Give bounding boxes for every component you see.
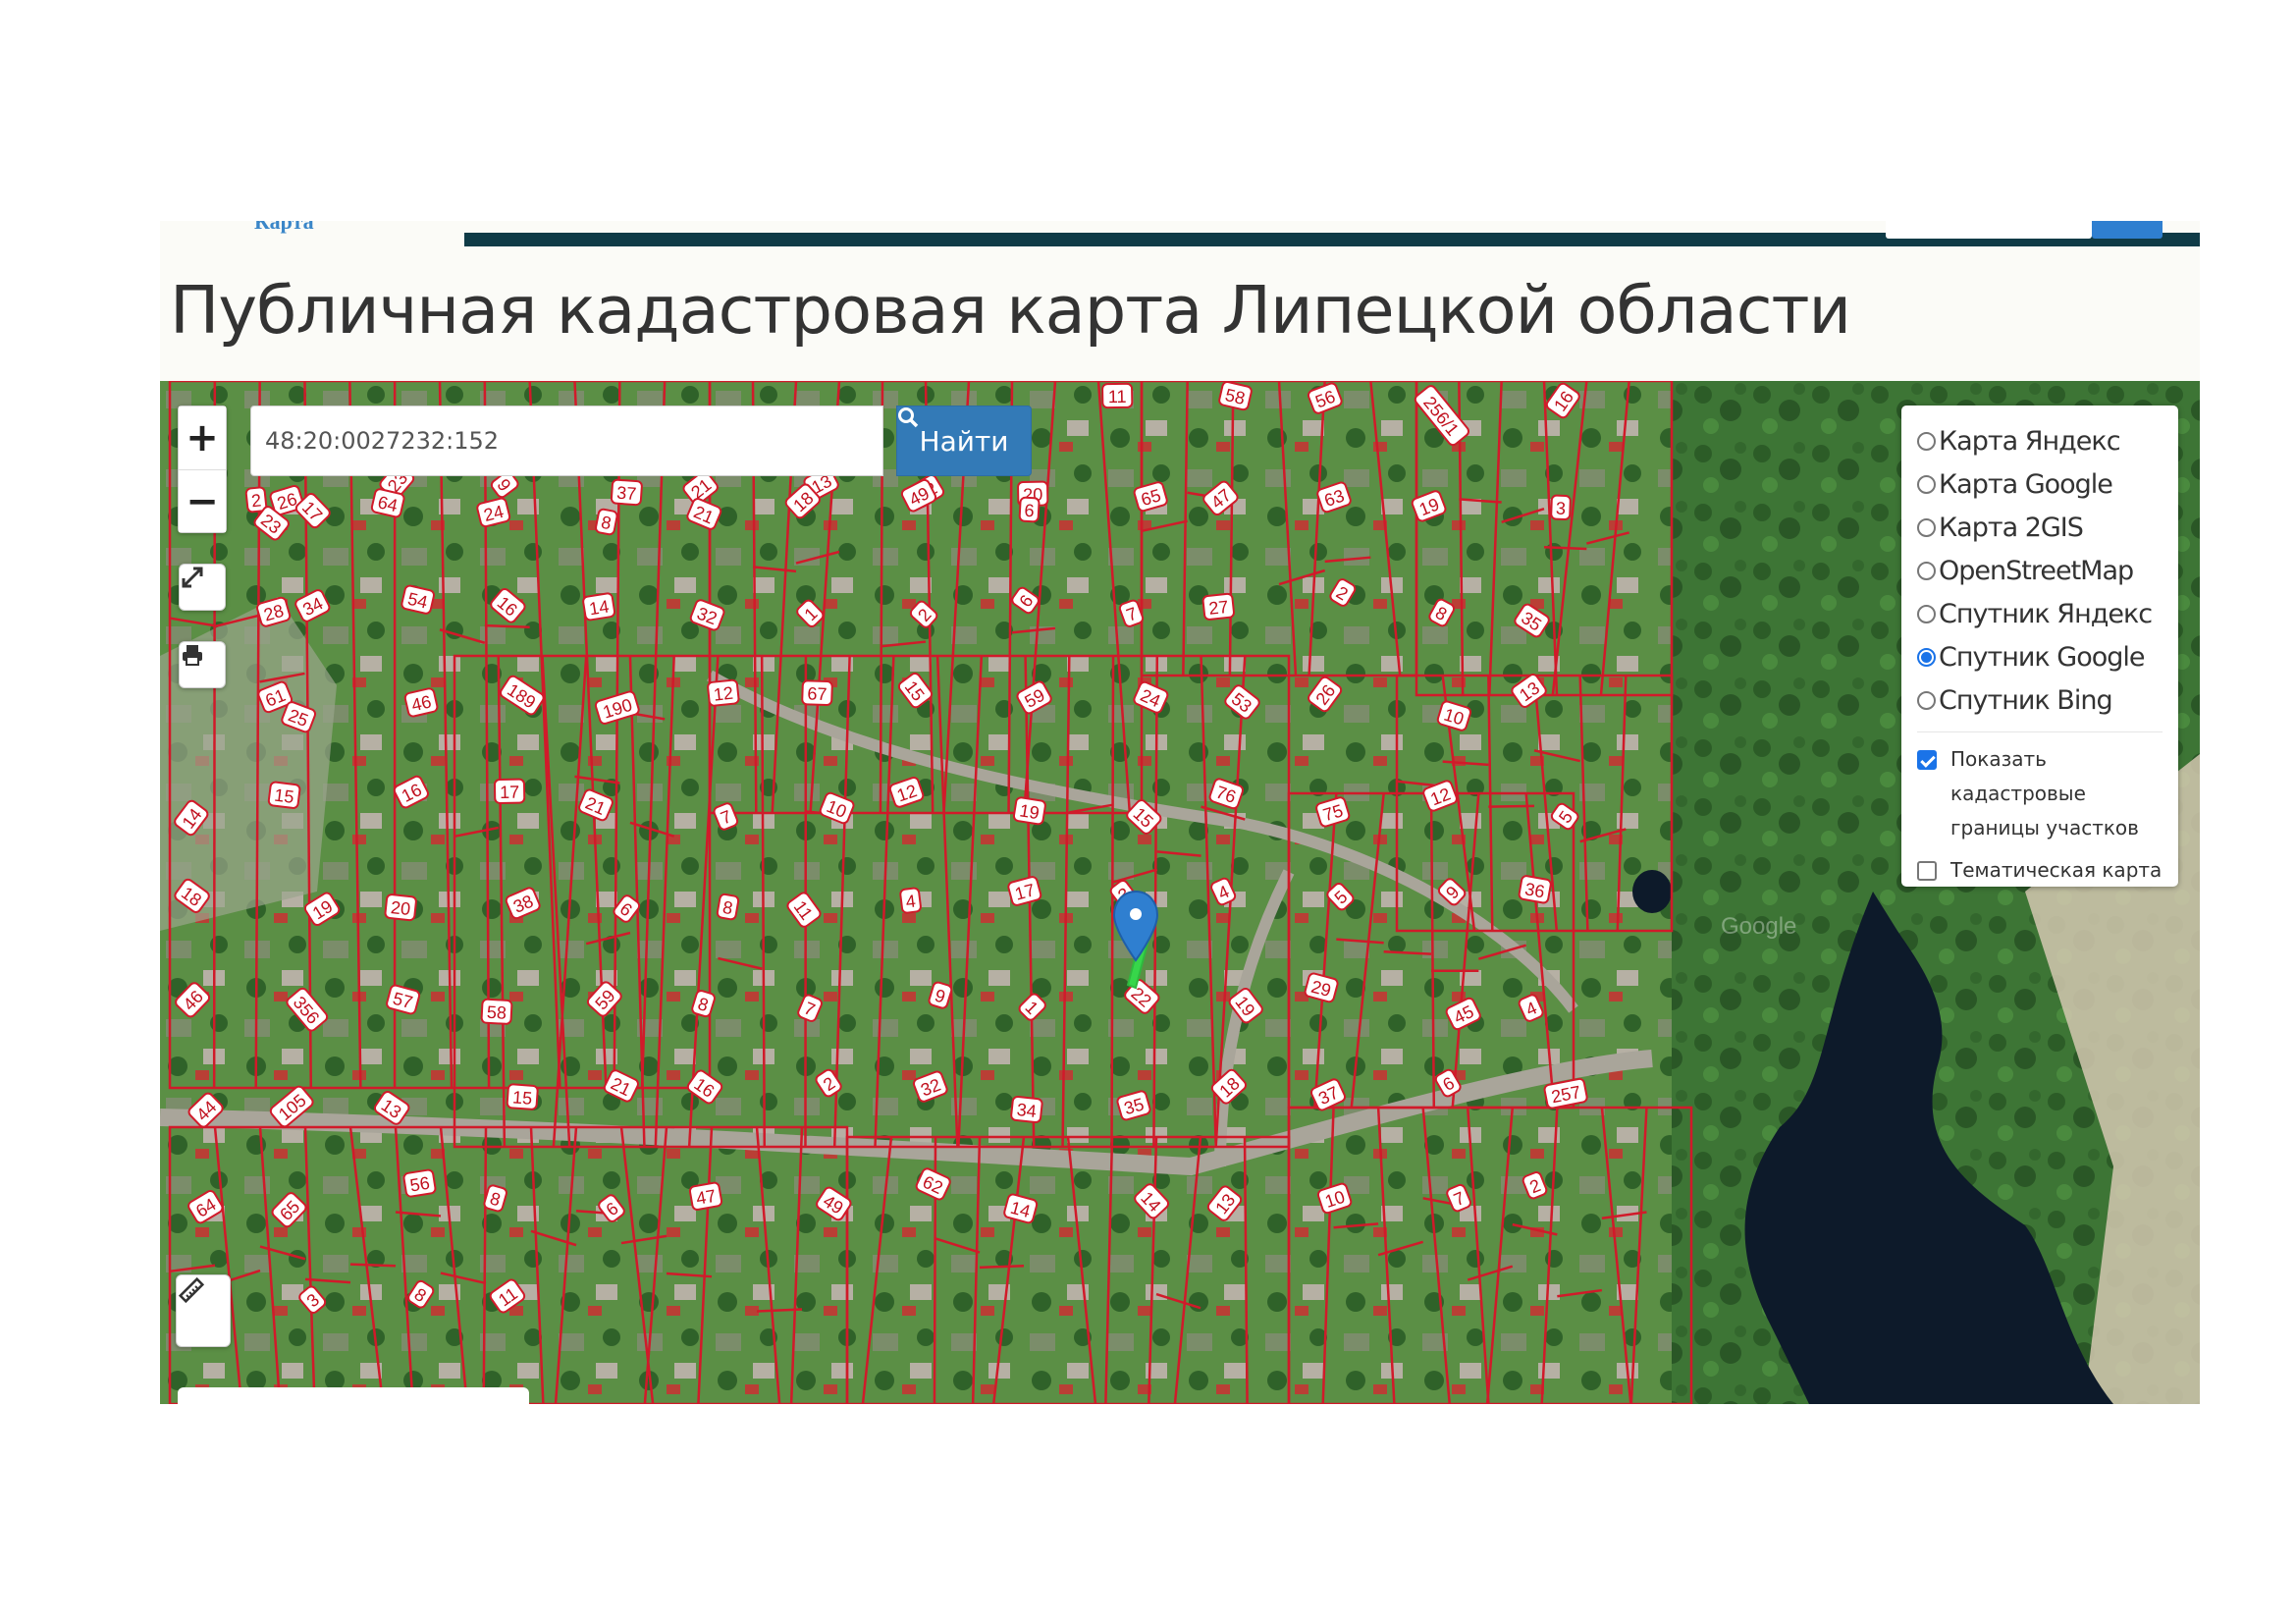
svg-text:17: 17 <box>500 783 519 802</box>
zoom-control: + − <box>178 406 227 533</box>
layer-radio[interactable] <box>1917 431 1936 451</box>
svg-text:37: 37 <box>616 483 637 504</box>
parcel-label[interactable]: 14 <box>582 592 616 622</box>
parcel-label[interactable]: 20 <box>384 893 417 922</box>
find-button[interactable]: Найти <box>896 406 1032 476</box>
page: Карта Публичная кадастровая карта Липецк… <box>160 221 2200 1404</box>
svg-text:14: 14 <box>588 596 611 619</box>
parcel-label[interactable]: 15 <box>267 781 301 809</box>
map-attribution: Google <box>1721 913 1797 940</box>
parcel-label[interactable]: 37 <box>610 478 643 507</box>
layer-radio[interactable] <box>1917 474 1936 494</box>
svg-text:19: 19 <box>1018 800 1041 823</box>
layer-switcher: Карта Яндекс Карта Google Карта 2GIS OpenSt… <box>1901 406 2178 887</box>
parcel-label[interactable]: 47 <box>688 1181 723 1211</box>
print-button[interactable] <box>179 641 226 688</box>
site-logo[interactable]: Карта <box>254 221 392 243</box>
parcel-label[interactable]: 12 <box>707 678 740 707</box>
svg-text:47: 47 <box>695 1186 718 1209</box>
svg-text:15: 15 <box>511 1087 532 1108</box>
search-icon <box>898 407 919 428</box>
top-search-field[interactable] <box>1886 221 2092 239</box>
layer-option-label: Спутник Bing <box>1939 684 2113 716</box>
printer-icon <box>183 645 202 666</box>
parcel-label[interactable]: 8 <box>595 508 618 536</box>
parcel-label[interactable]: 4 <box>899 887 922 914</box>
ruler-icon <box>178 1276 205 1304</box>
layer-radio[interactable] <box>1917 561 1936 580</box>
measure-button[interactable] <box>176 1274 231 1347</box>
zoom-out-button[interactable]: − <box>179 469 226 532</box>
thematic-map-checkbox[interactable] <box>1917 861 1937 881</box>
layer-option[interactable]: Спутник Яндекс <box>1917 592 2178 635</box>
layer-option[interactable]: Карта Google <box>1917 462 2178 506</box>
svg-text:11: 11 <box>1108 387 1127 406</box>
fullscreen-icon <box>182 567 203 588</box>
svg-text:2: 2 <box>250 490 262 511</box>
divider <box>1917 731 2163 732</box>
layer-option[interactable]: Карта Яндекс <box>1917 419 2178 462</box>
parcel-label[interactable]: 6 <box>1018 496 1041 523</box>
pond <box>1632 870 1672 913</box>
svg-text:12: 12 <box>713 683 734 705</box>
layer-radio[interactable] <box>1917 647 1936 667</box>
svg-text:20: 20 <box>390 897 411 919</box>
svg-text:36: 36 <box>1523 879 1546 901</box>
svg-text:15: 15 <box>273 785 294 807</box>
parcel-label[interactable]: 17 <box>493 778 526 804</box>
layer-option[interactable]: Спутник Bing <box>1917 678 2178 722</box>
parcel-label[interactable]: 67 <box>801 679 833 707</box>
layer-option-label: OpenStreetMap <box>1939 555 2134 586</box>
layer-radio[interactable] <box>1917 604 1936 623</box>
layer-option[interactable]: OpenStreetMap <box>1917 549 2178 592</box>
page-title: Публичная кадастровая карта Липецкой обл… <box>170 272 1851 349</box>
parcel-label[interactable]: 58 <box>480 998 513 1025</box>
show-boundaries-label: Показать кадастровые границы участков <box>1950 747 2139 839</box>
parcel-label[interactable]: 3 <box>1550 494 1572 520</box>
parcel-label[interactable]: 27 <box>1201 592 1235 621</box>
svg-text:6: 6 <box>1024 501 1035 520</box>
zoom-in-button[interactable]: + <box>179 406 226 469</box>
parcel-label[interactable]: 36 <box>1518 875 1552 904</box>
base-layer-list: Карта Яндекс Карта Google Карта 2GIS OpenSt… <box>1917 419 2178 722</box>
svg-text:56: 56 <box>408 1173 431 1196</box>
svg-text:67: 67 <box>807 683 828 704</box>
cadastral-search-input[interactable] <box>250 406 883 476</box>
parcel-label[interactable]: 15 <box>506 1083 539 1110</box>
layer-radio[interactable] <box>1917 690 1936 710</box>
layer-option[interactable]: Спутник Google <box>1917 635 2178 678</box>
thematic-map-label: Тематическая карта <box>1950 858 2163 882</box>
svg-text:58: 58 <box>486 1002 507 1023</box>
show-boundaries-option[interactable]: Показать кадастровые границы участков <box>1917 742 2178 845</box>
thematic-map-option[interactable]: Тематическая карта <box>1917 853 2178 888</box>
svg-text:3: 3 <box>1556 499 1567 518</box>
layer-radio[interactable] <box>1917 517 1936 537</box>
satellite-map[interactable]: 2262393721132220115856256/11623176424821… <box>160 381 2200 1404</box>
layer-option-label: Карта Google <box>1939 468 2113 500</box>
layer-option[interactable]: Карта 2GIS <box>1917 506 2178 549</box>
svg-text:27: 27 <box>1207 597 1229 619</box>
map-viewport[interactable]: 2262393721132220115856256/11623176424821… <box>160 381 2200 1404</box>
parcel-label[interactable]: 34 <box>1010 1095 1043 1124</box>
parcel-label[interactable]: 8 <box>716 893 740 921</box>
parcel-label[interactable]: 56 <box>402 1168 437 1198</box>
layer-option-label: Спутник Google <box>1939 641 2146 673</box>
find-button-label: Найти <box>919 424 1009 458</box>
layer-option-label: Спутник Яндекс <box>1939 598 2153 629</box>
parcel-label[interactable]: 19 <box>1012 796 1046 826</box>
layer-option-label: Карта 2GIS <box>1939 512 2084 543</box>
show-boundaries-checkbox[interactable] <box>1917 750 1937 770</box>
layer-option-label: Карта Яндекс <box>1939 425 2121 457</box>
fullscreen-button[interactable] <box>179 564 226 611</box>
svg-text:34: 34 <box>1016 1100 1038 1121</box>
map-scale-bar <box>178 1387 529 1404</box>
parcel-label[interactable]: 11 <box>1101 382 1134 409</box>
top-search-button[interactable] <box>2092 221 2163 239</box>
